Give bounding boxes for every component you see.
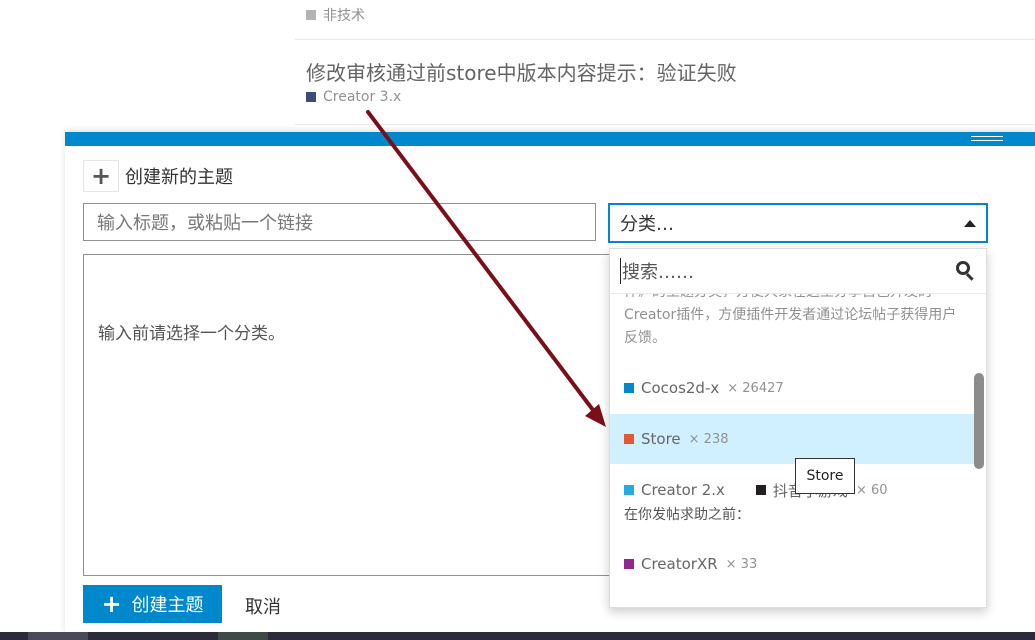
category-color-square [306, 92, 316, 102]
category-option-cocos2d-x[interactable]: Cocos2d-x × 26427 [610, 363, 978, 413]
taskbar-item[interactable] [218, 632, 268, 640]
taskbar [0, 632, 1035, 640]
category-option-store[interactable]: Store × 238 [610, 414, 978, 464]
category-option-count: × 26427 [727, 380, 784, 396]
topic-title-link[interactable]: 修改审核通过前store中版本内容提示：验证失败 [306, 57, 737, 86]
create-topic-button[interactable]: + 创建主题 [83, 585, 222, 623]
composer-action-label: 创建新的主题 [125, 167, 233, 188]
category-label: 非技术 [323, 8, 365, 24]
plus-icon: + [101, 590, 122, 618]
category-option-secondary-count: × 60 [855, 482, 888, 498]
category-option-name: Cocos2d-x [641, 379, 720, 397]
category-color-square [739, 485, 749, 495]
title-placeholder: 输入标题，或粘贴一个链接 [97, 213, 313, 234]
dropdown-scrollbar[interactable] [974, 373, 984, 469]
category-option-creatorxr[interactable]: CreatorXR × 33 [610, 539, 978, 589]
category-option-name: Creator 2.x [641, 481, 725, 499]
category-select[interactable]: 分类… [608, 203, 988, 243]
category-color-square [624, 434, 634, 444]
category-option-description: 在你发帖求助之前： [624, 507, 750, 523]
create-topic-label: 创建主题 [131, 595, 204, 616]
category-color-square [306, 10, 316, 20]
category-color-square [624, 485, 634, 495]
category-color-square [624, 383, 634, 393]
plus-icon[interactable]: + [83, 160, 119, 192]
tooltip: Store [795, 458, 855, 494]
category-option-name: CreatorXR [641, 555, 718, 573]
category-badge-current[interactable]: Creator 3.x [306, 89, 401, 105]
category-dropdown: 件》的主题分类，方便大家在这里分享自己开发的Creator插件，方便插件开发者通… [609, 248, 987, 608]
category-option-name: Store [641, 430, 681, 448]
search-icon[interactable] [956, 261, 976, 281]
composer-top-bar[interactable] [65, 132, 1035, 146]
cancel-button[interactable]: 取消 [245, 593, 281, 619]
category-option-count: × 238 [688, 431, 729, 447]
topic-list-item-prev[interactable] [295, 0, 1035, 40]
editor-textarea[interactable]: 输入前请选择一个分类。 [83, 254, 618, 576]
category-color-square [624, 559, 634, 569]
category-select-label: 分类… [620, 214, 674, 235]
editor-placeholder: 输入前请选择一个分类。 [98, 324, 285, 344]
title-input[interactable]: 输入标题，或粘贴一个链接 [83, 203, 596, 241]
category-search-input[interactable]: 搜索…… [620, 258, 956, 284]
taskbar-item[interactable] [28, 632, 88, 640]
caret-up-icon [964, 219, 976, 227]
resize-grip-icon[interactable] [971, 136, 1003, 141]
composer-action[interactable]: + 创建新的主题 [83, 160, 233, 192]
category-label: Creator 3.x [323, 89, 402, 105]
category-badge-prev[interactable]: 非技术 [306, 5, 365, 25]
category-search[interactable]: 搜索…… [610, 249, 986, 294]
page: 非技术 修改审核通过前store中版本内容提示：验证失败 Creator 3.x… [0, 0, 1035, 640]
category-option-count: × 33 [725, 556, 758, 572]
category-color-square-secondary [755, 485, 766, 495]
